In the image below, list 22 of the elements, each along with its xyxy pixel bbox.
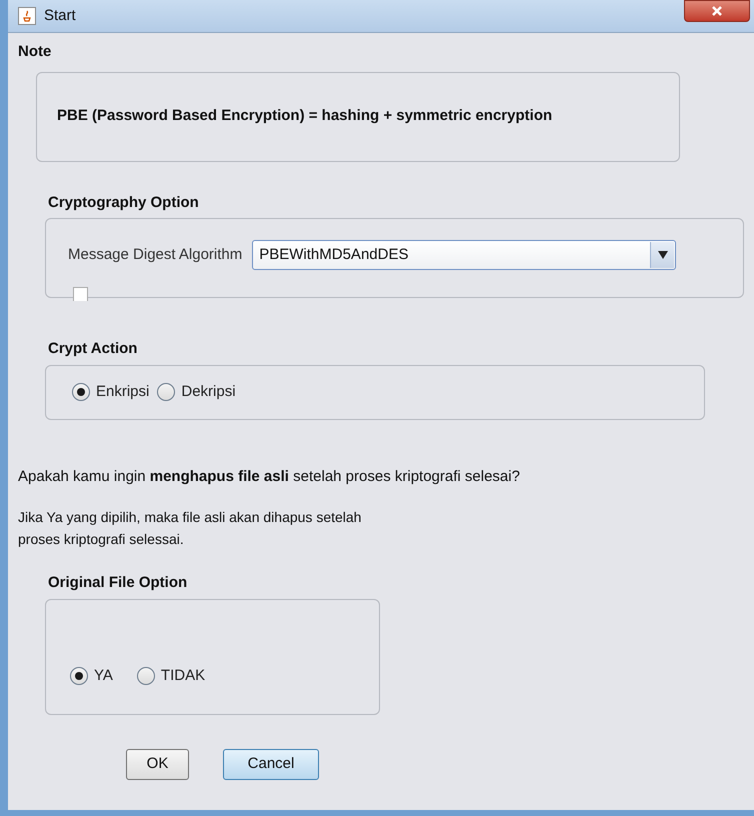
section-title: Crypt Action [48, 339, 138, 359]
info-text: Jika Ya yang dipilih, maka file asli akan dihapus setelah [18, 508, 362, 527]
cancel-button[interactable]: Cancel [223, 748, 319, 780]
close-button[interactable] [684, 0, 750, 22]
section-title: Note [18, 42, 52, 62]
radio-option[interactable]: Dekripsi [157, 380, 236, 404]
section-title: Cryptography Option [48, 192, 200, 212]
radio-option[interactable]: TIDAK [136, 665, 206, 688]
ok-button[interactable]: OK [126, 748, 189, 780]
window-title: Start [44, 6, 76, 26]
close-icon [711, 5, 723, 17]
question-text: Apakah kamu ingin menghapus file asli setelah proses kriptografi selesai? [18, 466, 521, 486]
radio-option[interactable]: Enkripsi [72, 380, 150, 404]
algorithm-dropdown[interactable]: PBEWithMD5AndDES [252, 240, 676, 270]
radio-option[interactable]: YA [70, 665, 113, 688]
field-label: Message Digest Algorithm [68, 244, 242, 265]
note-text: PBE (Password Based Encryption) = hashing + symmetric encryption [57, 106, 552, 126]
caret-icon [650, 242, 674, 268]
small-square-icon [73, 287, 88, 301]
app-icon [18, 7, 36, 25]
section-title: Original File Option [48, 573, 188, 593]
info-text: proses kriptografi selessai. [18, 530, 185, 549]
